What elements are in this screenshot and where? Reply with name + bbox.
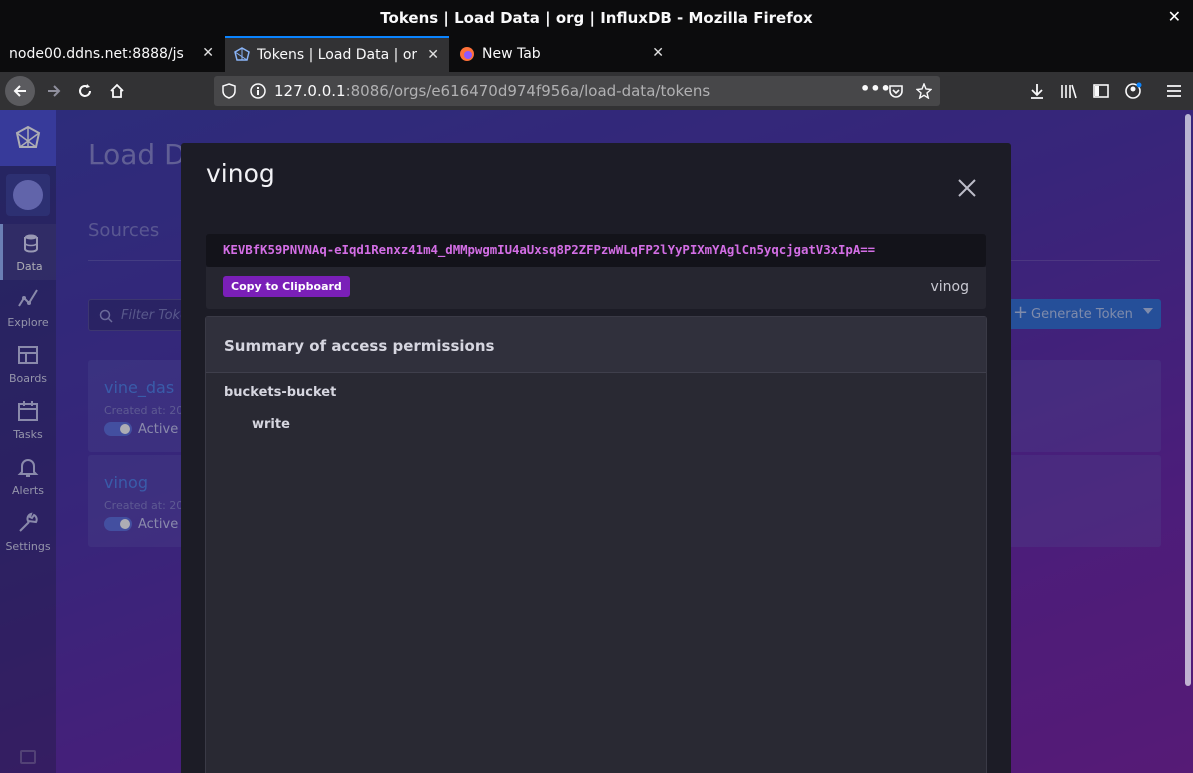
dialog-title: vinog (206, 159, 275, 188)
download-icon (1031, 84, 1043, 99)
tab-new-tab[interactable]: New Tab ✕ (450, 36, 674, 72)
page-actions-icon[interactable]: ••• (860, 79, 891, 98)
forward-arrow-icon (48, 85, 61, 97)
navigation-toolbar: 127.0.0.1:8086/orgs/e616470d974f956a/loa… (0, 72, 1193, 110)
back-button[interactable] (5, 76, 35, 106)
url-bar[interactable]: 127.0.0.1:8086/orgs/e616470d974f956a/loa… (214, 76, 940, 106)
home-button[interactable] (103, 77, 131, 105)
token-value-box[interactable]: KEVBfK59PNVNAq-eIqd1Renxz41m4_dMMpwgmIU4… (206, 234, 986, 267)
window-close-icon[interactable]: ✕ (1168, 7, 1181, 26)
bookmark-star-icon[interactable] (916, 83, 932, 99)
influxdb-favicon-icon (234, 47, 250, 61)
tab-node00[interactable]: node00.ddns.net:8888/js ✕ (0, 36, 224, 72)
shield-icon[interactable] (222, 83, 236, 99)
token-overlay-dialog: vinog KEVBfK59PNVNAq-eIqd1Renxz41m4_dMMp… (181, 143, 1011, 773)
url-host: 127.0.0.1 (274, 82, 346, 100)
downloads-button[interactable] (1023, 77, 1051, 105)
info-icon[interactable] (250, 83, 266, 99)
window-title: Tokens | Load Data | org | InfluxDB - Mo… (380, 9, 813, 27)
url-text[interactable]: 127.0.0.1:8086/orgs/e616470d974f956a/loa… (274, 82, 710, 100)
tab-close-icon[interactable]: ✕ (652, 45, 664, 61)
library-icon (1061, 84, 1077, 99)
copy-to-clipboard-button[interactable]: Copy to Clipboard (223, 276, 350, 297)
token-value[interactable]: KEVBfK59PNVNAq-eIqd1Renxz41m4_dMMpwgmIU4… (223, 242, 875, 257)
tab-tokens[interactable]: Tokens | Load Data | or ✕ (225, 36, 449, 72)
account-icon (1125, 82, 1142, 99)
sidebar-toggle-button[interactable] (1087, 77, 1115, 105)
back-arrow-icon (13, 85, 26, 97)
tab-strip: node00.ddns.net:8888/js ✕ Tokens | Load … (0, 36, 1193, 101)
page-scrollbar[interactable] (1183, 110, 1193, 773)
reload-button[interactable] (71, 77, 99, 105)
permission-action: write (252, 417, 290, 432)
tab-close-icon[interactable]: ✕ (202, 45, 214, 61)
url-path: :8086/orgs/e616470d974f956a/load-data/to… (345, 82, 711, 100)
tab-close-icon[interactable]: ✕ (427, 47, 439, 63)
permissions-header: Summary of access permissions (206, 317, 986, 373)
menu-button[interactable] (1160, 77, 1188, 105)
permission-resource: buckets-bucket (224, 385, 337, 400)
firefox-icon (460, 47, 474, 61)
tab-label: New Tab (482, 46, 541, 62)
library-button[interactable] (1055, 77, 1083, 105)
token-description: vinog (930, 279, 970, 295)
home-icon (110, 83, 124, 98)
scrollbar-thumb[interactable] (1185, 114, 1191, 686)
window-titlebar: Tokens | Load Data | org | InfluxDB - Mo… (0, 0, 1193, 36)
account-button[interactable] (1119, 77, 1147, 105)
permissions-panel: Summary of access permissions buckets-bu… (205, 316, 987, 773)
token-actions-row: Copy to Clipboard vinog (206, 267, 986, 309)
tab-label: Tokens | Load Data | or (257, 47, 418, 63)
reload-icon (79, 84, 91, 97)
forward-button[interactable] (40, 77, 68, 105)
tab-label: node00.ddns.net:8888/js (9, 46, 184, 62)
influxdb-app: Data Explore Boards Tasks Alerts Setting… (0, 110, 1193, 773)
pocket-icon[interactable] (888, 83, 904, 99)
sidebar-icon (1093, 84, 1109, 98)
firefox-window: { "window": { "title": "Tokens | Load Da… (0, 0, 1193, 773)
permissions-title: Summary of access permissions (224, 337, 495, 355)
hamburger-menu-icon (1167, 85, 1181, 97)
close-icon[interactable] (955, 176, 979, 200)
